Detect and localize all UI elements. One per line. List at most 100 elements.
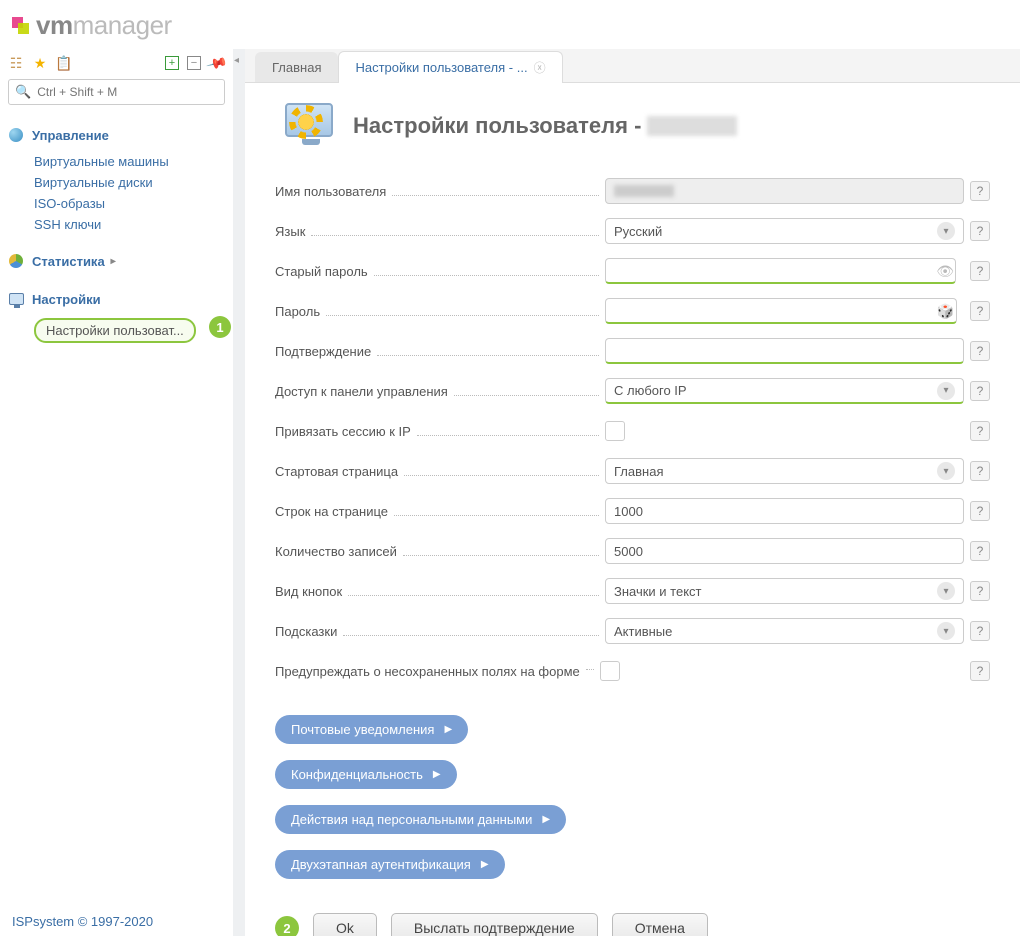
- nav-section-label: Настройки: [32, 292, 101, 307]
- checkbox-bind-ip[interactable]: [605, 421, 625, 441]
- help-icon[interactable]: ?: [970, 661, 990, 681]
- callout-badge-2: 2: [275, 916, 299, 936]
- label-buttons: Вид кнопок: [275, 584, 605, 599]
- label-password: Пароль: [275, 304, 605, 319]
- tab-label: Главная: [272, 60, 321, 75]
- sidebar-toolbar: ☷ ★ 📋 + − 📌: [8, 55, 225, 71]
- label-records: Количество записей: [275, 544, 605, 559]
- star-icon[interactable]: ★: [32, 55, 48, 71]
- clipboard-icon[interactable]: 📋: [56, 55, 72, 71]
- help-icon[interactable]: ?: [970, 461, 990, 481]
- label-username: Имя пользователя: [275, 184, 605, 199]
- label-hints: Подсказки: [275, 624, 605, 639]
- help-icon[interactable]: ?: [970, 581, 990, 601]
- search-icon: 🔍: [15, 84, 31, 100]
- label-startpage: Стартовая страница: [275, 464, 605, 479]
- nav-item-disks[interactable]: Виртуальные диски: [32, 172, 225, 193]
- send-confirmation-button[interactable]: Выслать подтверждение: [391, 913, 598, 936]
- select-language[interactable]: Русский▾: [605, 218, 964, 244]
- input-records[interactable]: [605, 538, 964, 564]
- page-icon: [285, 103, 337, 149]
- section-mail-notifications[interactable]: Почтовые уведомления▶: [275, 715, 468, 744]
- dice-icon[interactable]: 🎲: [937, 303, 954, 320]
- input-confirm[interactable]: [605, 338, 964, 364]
- help-icon[interactable]: ?: [970, 621, 990, 641]
- pie-icon: [8, 253, 24, 269]
- input-rows[interactable]: [605, 498, 964, 524]
- chevron-down-icon: ▾: [937, 222, 955, 240]
- nav-section-stats[interactable]: Статистика ▸: [8, 249, 225, 273]
- section-personal-data[interactable]: Действия над персональными данными▶: [275, 805, 566, 834]
- select-buttons[interactable]: Значки и текст▾: [605, 578, 964, 604]
- copyright[interactable]: ISPsystem © 1997-2020: [12, 914, 153, 929]
- tree-icon[interactable]: ☷: [8, 55, 24, 71]
- section-2fa[interactable]: Двухэтапная аутентификация▶: [275, 850, 505, 879]
- monitor-icon: [8, 291, 24, 307]
- chevron-right-icon: ▸: [111, 256, 116, 267]
- select-hints[interactable]: Активные▾: [605, 618, 964, 644]
- input-password[interactable]: [605, 298, 957, 324]
- nav-item-user-settings[interactable]: Настройки пользоват...: [34, 318, 196, 343]
- nav-section-settings[interactable]: Настройки: [8, 287, 225, 311]
- tab-bar: Главная Настройки пользователя - ... ⓧ: [245, 49, 1020, 83]
- page-title: Настройки пользователя -: [353, 113, 737, 139]
- chevron-down-icon: ▾: [937, 382, 955, 400]
- nav-item-vms[interactable]: Виртуальные машины: [32, 151, 225, 172]
- chevron-right-icon: ▶: [444, 724, 452, 735]
- eye-icon[interactable]: 👁: [936, 263, 954, 280]
- input-old-password[interactable]: [605, 258, 956, 284]
- help-icon[interactable]: ?: [970, 381, 990, 401]
- label-old-password: Старый пароль: [275, 264, 605, 279]
- nav-item-iso[interactable]: ISO-образы: [32, 193, 225, 214]
- collapse-all-icon[interactable]: −: [187, 56, 201, 70]
- section-privacy[interactable]: Конфиденциальность▶: [275, 760, 457, 789]
- select-startpage[interactable]: Главная▾: [605, 458, 964, 484]
- nav-item-user-settings-wrap: Настройки пользоват... 1: [32, 315, 225, 349]
- label-access: Доступ к панели управления: [275, 384, 605, 399]
- select-access[interactable]: С любого IP▾: [605, 378, 964, 404]
- label-bind-ip: Привязать сессию к IP: [275, 424, 605, 439]
- input-username[interactable]: [605, 178, 964, 204]
- tab-user-settings[interactable]: Настройки пользователя - ... ⓧ: [338, 51, 562, 83]
- cancel-button[interactable]: Отмена: [612, 913, 708, 936]
- label-confirm: Подтверждение: [275, 344, 605, 359]
- chevron-down-icon: ▾: [937, 462, 955, 480]
- checkbox-warn-unsaved[interactable]: [600, 661, 620, 681]
- nav-item-ssh[interactable]: SSH ключи: [32, 214, 225, 235]
- help-icon[interactable]: ?: [970, 301, 990, 321]
- footer-buttons: 2 Ok Выслать подтверждение Отмена: [275, 897, 990, 936]
- label-language: Язык: [275, 224, 605, 239]
- help-icon[interactable]: ?: [970, 341, 990, 361]
- redacted-username: [647, 116, 737, 136]
- sidebar-splitter[interactable]: ◂: [233, 49, 245, 936]
- close-tab-icon[interactable]: ⓧ: [534, 59, 546, 76]
- help-icon[interactable]: ?: [970, 181, 990, 201]
- help-icon[interactable]: ?: [970, 221, 990, 241]
- tab-label: Настройки пользователя - ...: [355, 60, 527, 75]
- label-warn-unsaved: Предупреждать о несохраненных полях на ф…: [275, 664, 580, 679]
- expand-all-icon[interactable]: +: [165, 56, 179, 70]
- sidebar-search[interactable]: 🔍: [8, 79, 225, 105]
- chevron-right-icon: ▶: [433, 769, 441, 780]
- nav-section-management[interactable]: Управление: [8, 123, 225, 147]
- search-input[interactable]: [37, 85, 218, 99]
- help-icon[interactable]: ?: [970, 541, 990, 561]
- logo-bar: vmmanager: [0, 0, 1020, 49]
- chevron-down-icon: ▾: [937, 622, 955, 640]
- help-icon[interactable]: ?: [970, 421, 990, 441]
- page-header: Настройки пользователя -: [285, 103, 990, 149]
- sidebar: ☷ ★ 📋 + − 📌 🔍 Управление Виртуальные маш…: [0, 49, 233, 936]
- chevron-right-icon: ▶: [542, 814, 550, 825]
- help-icon[interactable]: ?: [970, 501, 990, 521]
- chevron-right-icon: ▶: [481, 859, 489, 870]
- pin-icon[interactable]: 📌: [206, 52, 228, 74]
- logo-icon: [12, 17, 30, 35]
- nav-section-label: Статистика: [32, 254, 105, 269]
- tab-main[interactable]: Главная: [255, 52, 338, 82]
- globe-icon: [8, 127, 24, 143]
- help-icon[interactable]: ?: [970, 261, 990, 281]
- ok-button[interactable]: Ok: [313, 913, 377, 936]
- collapse-arrow-icon: ◂: [234, 55, 239, 66]
- label-rows: Строк на странице: [275, 504, 605, 519]
- chevron-down-icon: ▾: [937, 582, 955, 600]
